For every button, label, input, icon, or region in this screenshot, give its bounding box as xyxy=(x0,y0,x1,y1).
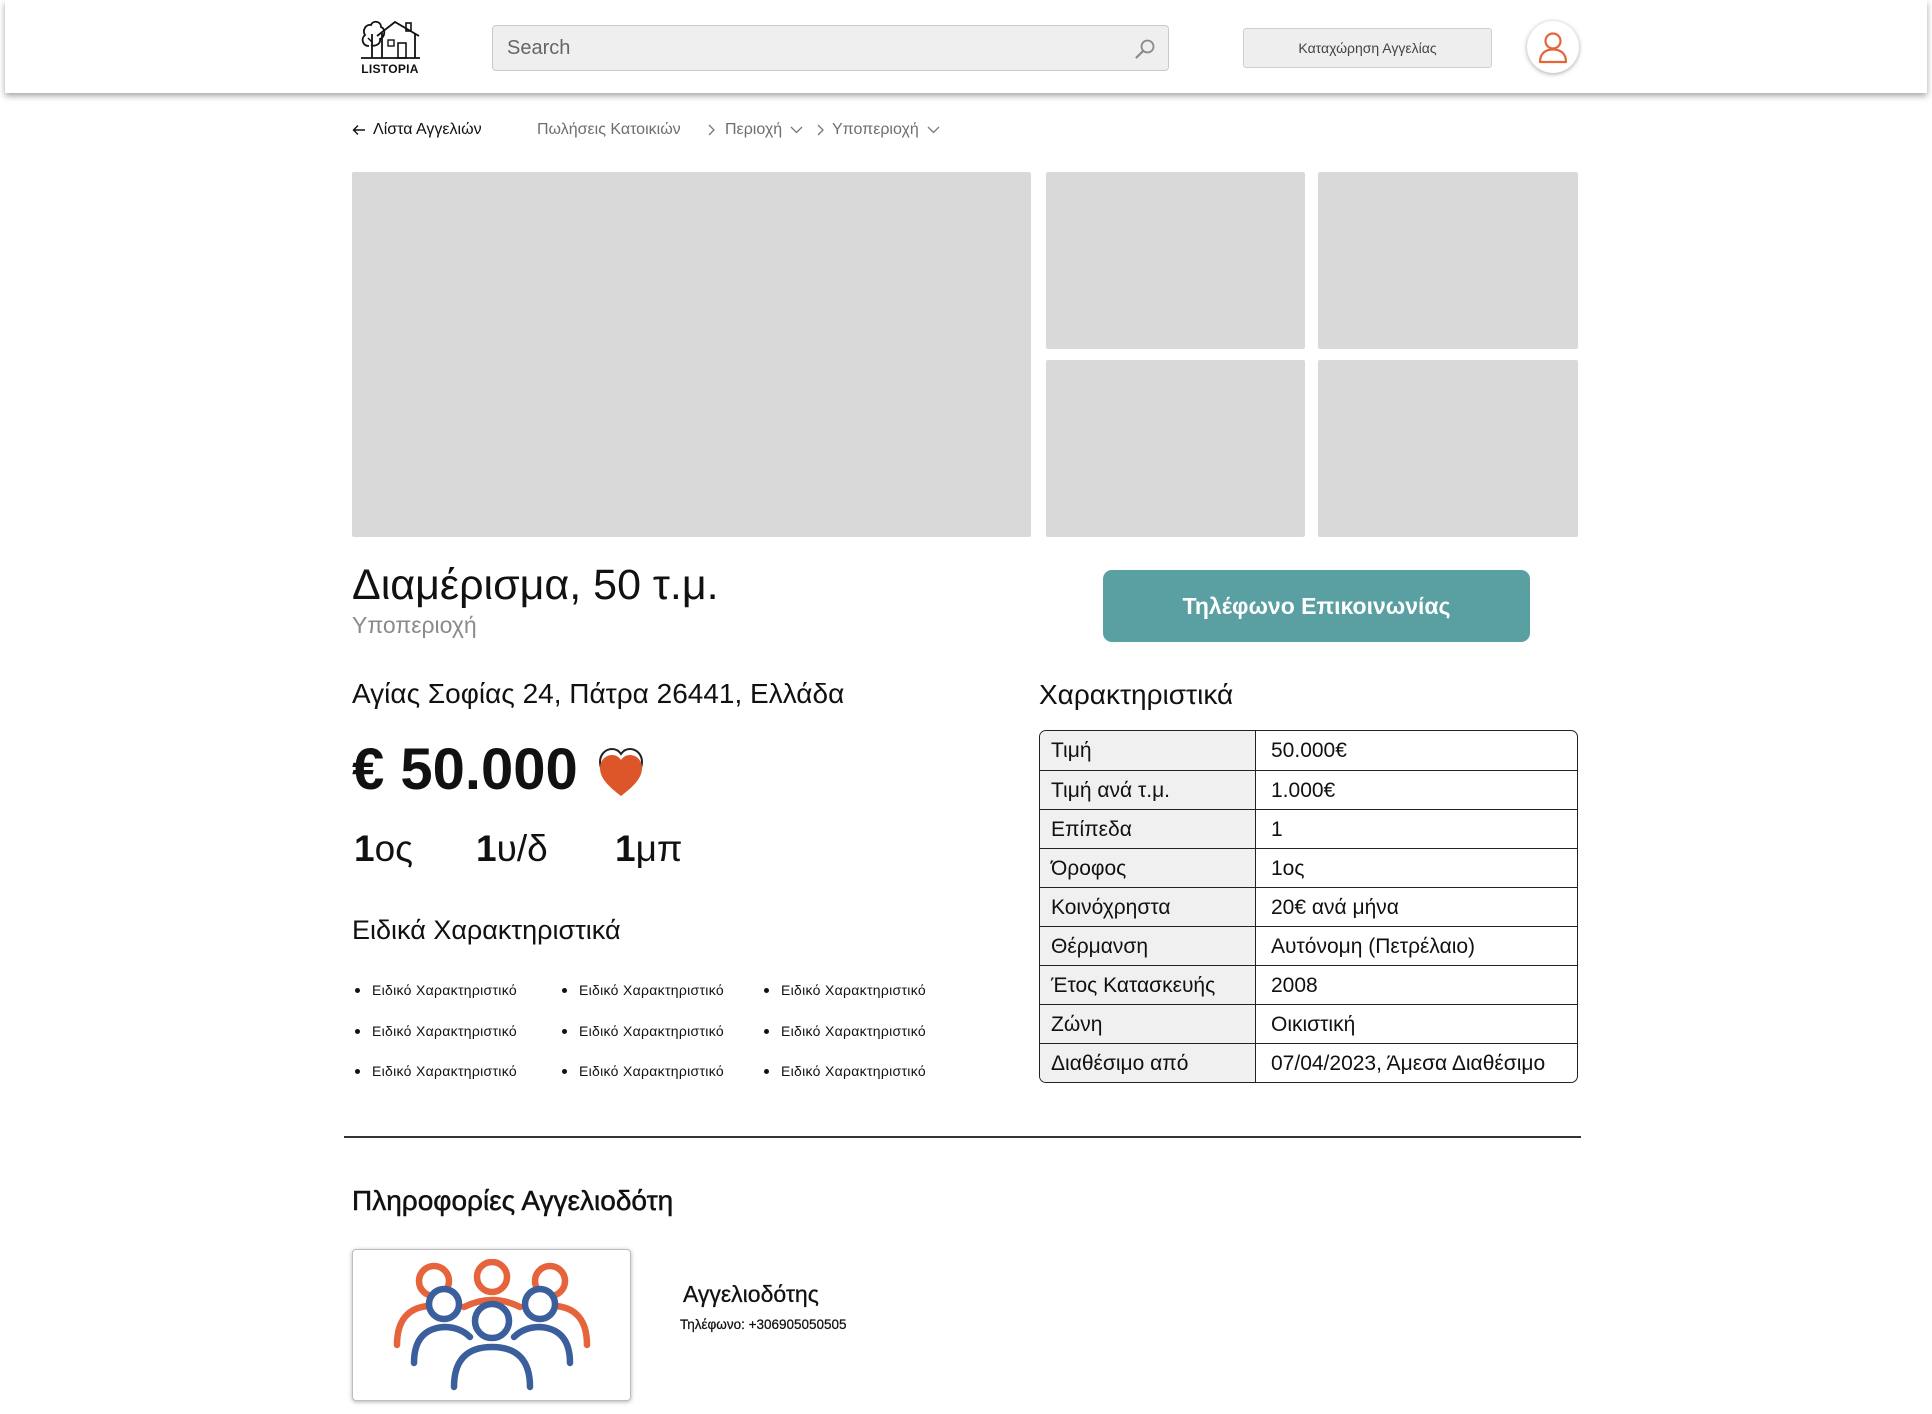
row-label: Διαθέσιμο από xyxy=(1040,1044,1256,1082)
special-feature-item: Ειδικό Χαρακτηριστικό xyxy=(355,1061,517,1081)
user-icon xyxy=(1538,32,1568,64)
table-row: Επίπεδα 1 xyxy=(1040,809,1577,848)
stat-value: 1 xyxy=(476,828,497,869)
row-label: Κοινόχρηστα xyxy=(1040,888,1256,926)
row-label: Επίπεδα xyxy=(1040,810,1256,848)
table-row: Ζώνη Οικιστική xyxy=(1040,1004,1577,1043)
arrow-left-icon xyxy=(352,125,365,135)
row-value: 2008 xyxy=(1271,974,1318,997)
row-label: Ζώνη xyxy=(1040,1005,1256,1043)
special-feature-item: Ειδικό Χαρακτηριστικό xyxy=(355,980,517,1000)
characteristics-heading: Χαρακτηριστικά xyxy=(1039,679,1234,710)
row-value: 1 xyxy=(1271,818,1283,841)
search-bar[interactable] xyxy=(492,25,1169,71)
special-feature-item: Ειδικό Χαρακτηριστικό xyxy=(562,1061,724,1081)
gallery-thumbnail[interactable] xyxy=(1318,360,1578,537)
row-value: 1ος xyxy=(1271,857,1305,880)
stat-unit: ος xyxy=(374,828,413,869)
stat-unit: μπ xyxy=(635,828,683,869)
row-label: Τιμή xyxy=(1040,731,1256,770)
row-value: 20€ ανά μήνα xyxy=(1271,896,1399,919)
stat-value: 1 xyxy=(354,828,375,869)
advertiser-avatar-card[interactable] xyxy=(352,1249,631,1401)
gallery-thumbnail[interactable] xyxy=(1046,360,1305,537)
search-input[interactable] xyxy=(493,26,1168,70)
breadcrumb-item-category[interactable]: Πωλήσεις Κατοικιών xyxy=(537,120,681,140)
logo[interactable]: LISTOPIA xyxy=(355,16,425,78)
row-label: Τιμή ανά τ.μ. xyxy=(1040,771,1256,809)
listing-price: € 50.000 xyxy=(352,737,578,802)
gallery-thumbnail[interactable] xyxy=(1046,172,1305,349)
back-label: Λίστα Αγγελιών xyxy=(373,121,482,138)
table-row: Διαθέσιμο από 07/04/2023, Άμεσα Διαθέσιμο xyxy=(1040,1043,1577,1082)
special-feature-item: Ειδικό Χαρακτηριστικό xyxy=(355,1021,517,1041)
table-row: Τιμή ανά τ.μ. 1.000€ xyxy=(1040,770,1577,809)
row-value: 50.000€ xyxy=(1271,739,1347,762)
heart-icon[interactable] xyxy=(598,744,644,798)
post-ad-button[interactable]: Καταχώρηση Αγγελίας xyxy=(1243,28,1492,68)
advertiser-name: Αγγελιοδότης xyxy=(683,1281,819,1307)
floor-stat: 1ος xyxy=(354,827,413,871)
characteristics-table: Τιμή 50.000€ Τιμή ανά τ.μ. 1.000€ Επίπεδα 1… xyxy=(1039,730,1578,1083)
table-row: Έτος Κατασκευής 2008 xyxy=(1040,965,1577,1004)
table-row: Τιμή 50.000€ xyxy=(1040,731,1577,770)
house-logo-icon xyxy=(361,20,420,59)
listing-title: Διαμέρισμα, 50 τ.μ. xyxy=(352,561,719,609)
advertiser-section-title: Πληροφορίες Αγγελιοδότη xyxy=(352,1185,674,1217)
chevron-down-icon xyxy=(927,126,940,134)
row-label: Έτος Κατασκευής xyxy=(1040,966,1256,1004)
row-value: Αυτόνομη (Πετρέλαιο) xyxy=(1271,935,1476,958)
breadcrumb-item-area: Περιοχή xyxy=(725,121,783,138)
advertiser-phone[interactable]: Τηλέφωνο: +306905050505 xyxy=(680,1316,847,1334)
special-features-heading: Ειδικά Χαρακτηριστικά xyxy=(352,915,621,945)
stat-unit: υ/δ xyxy=(496,828,548,869)
section-divider xyxy=(344,1136,1581,1138)
breadcrumb-dropdown-area[interactable]: Περιοχή xyxy=(725,120,803,140)
chevron-right-icon xyxy=(817,124,824,136)
contact-phone-button[interactable]: Τηλέφωνο Επικοινωνίας xyxy=(1103,570,1530,642)
gallery-main-photo[interactable] xyxy=(352,172,1031,537)
breadcrumb-dropdown-subarea[interactable]: Υποπεριοχή xyxy=(832,120,940,140)
listing-subarea: Υποπεριοχή xyxy=(352,612,477,638)
bathrooms-stat: 1μπ xyxy=(615,827,682,871)
gallery-thumbnail[interactable] xyxy=(1318,172,1578,349)
people-group-icon xyxy=(393,1259,591,1391)
search-icon[interactable] xyxy=(1134,38,1156,60)
table-row: Θέρμανση Αυτόνομη (Πετρέλαιο) xyxy=(1040,926,1577,965)
back-to-listings-link[interactable]: Λίστα Αγγελιών xyxy=(352,120,482,140)
special-feature-item: Ειδικό Χαρακτηριστικό xyxy=(764,980,926,1000)
row-value: Οικιστική xyxy=(1271,1013,1356,1036)
special-feature-item: Ειδικό Χαρακτηριστικό xyxy=(764,1021,926,1041)
table-row: Κοινόχρηστα 20€ ανά μήνα xyxy=(1040,887,1577,926)
special-feature-item: Ειδικό Χαρακτηριστικό xyxy=(562,980,724,1000)
special-feature-item: Ειδικό Χαρακτηριστικό xyxy=(764,1061,926,1081)
row-label: Όροφος xyxy=(1040,849,1256,887)
row-value: 07/04/2023, Άμεσα Διαθέσιμο xyxy=(1271,1052,1546,1075)
breadcrumb-item-subarea: Υποπεριοχή xyxy=(832,121,919,138)
user-account-button[interactable] xyxy=(1527,21,1579,73)
bedrooms-stat: 1υ/δ xyxy=(476,827,548,871)
row-value: 1.000€ xyxy=(1271,779,1336,802)
table-row: Όροφος 1ος xyxy=(1040,848,1577,887)
stat-value: 1 xyxy=(615,828,636,869)
top-header: LISTOPIA Καταχώρηση Αγγελίας xyxy=(5,0,1927,93)
chevron-right-icon xyxy=(708,124,715,136)
logo-text: LISTOPIA xyxy=(361,62,419,76)
row-label: Θέρμανση xyxy=(1040,927,1256,965)
chevron-down-icon xyxy=(790,126,803,134)
listing-address: Αγίας Σοφίας 24, Πάτρα 26441, Ελλάδα xyxy=(352,678,845,709)
special-feature-item: Ειδικό Χαρακτηριστικό xyxy=(562,1021,724,1041)
